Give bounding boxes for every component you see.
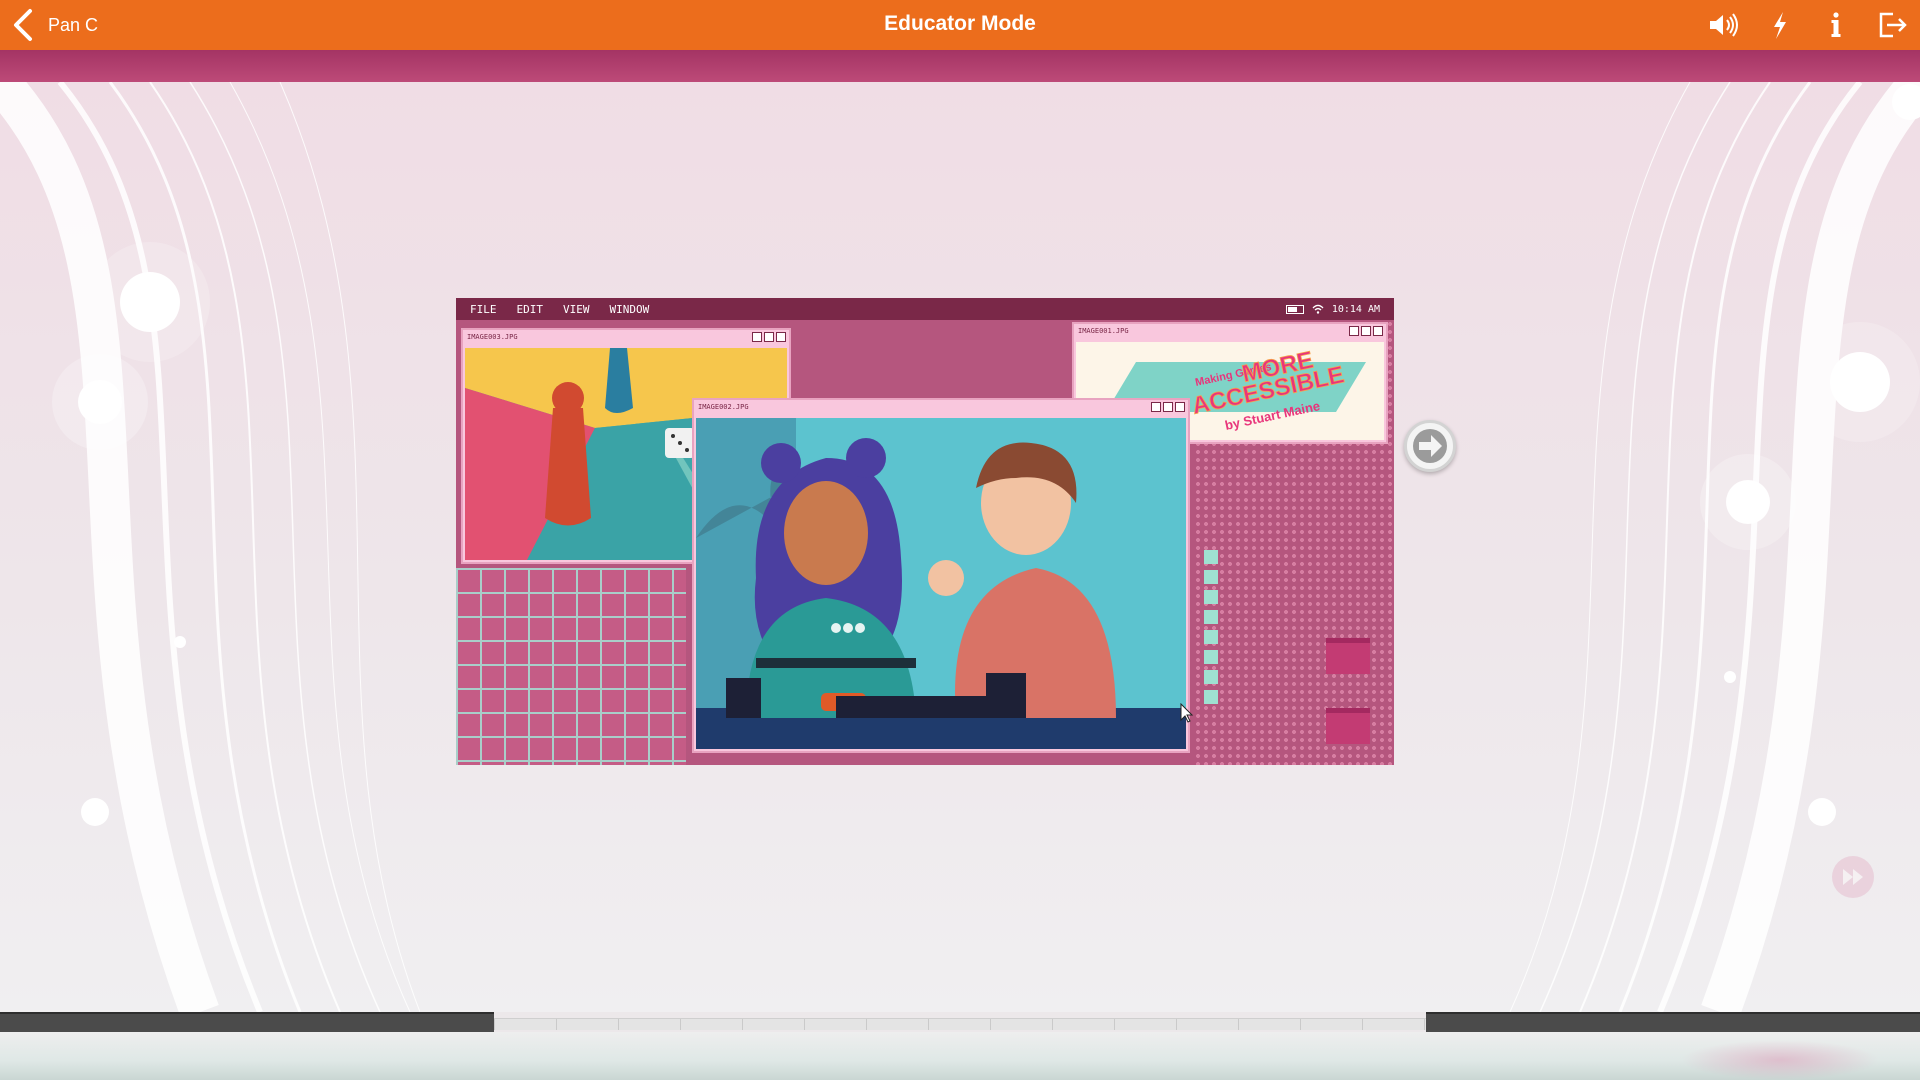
scrubber-track[interactable] [494,1018,1426,1030]
toolbar-icons [1706,8,1910,42]
folder-icon [1326,638,1370,674]
window-title: IMAGE003.JPG [463,330,789,346]
exit-icon [1879,12,1907,38]
left-curtain-decoration [0,82,420,1012]
next-page-button[interactable] [1404,420,1456,472]
menu-window: WINDOW [609,302,650,316]
battery-icon [1285,304,1304,314]
page-title: Educator Mode [884,12,1036,35]
wifi-icon [1312,304,1324,314]
fast-forward-button[interactable] [1832,856,1874,898]
bottom-band [0,1032,1920,1080]
speaker-icon [1710,13,1738,37]
info-button[interactable] [1818,8,1854,42]
exit-button[interactable] [1874,8,1910,42]
menu-view: VIEW [563,302,590,316]
grid-pattern [456,568,686,765]
lightning-icon [1774,12,1786,39]
pixel-blocks [1204,550,1222,710]
illustration-menubar: FILE EDIT VIEW WINDOW 10:14 AM [456,298,1394,320]
menu-edit: EDIT [516,302,544,316]
accent-strip [0,50,1920,82]
folder-icon [1326,708,1370,744]
scrubber-right-rail [1426,1012,1920,1032]
illustration-clock: 10:14 AM [1331,303,1380,315]
page-scrubber[interactable] [0,1012,1920,1032]
menu-file: FILE [470,302,497,316]
cursor-icon [1180,703,1194,723]
top-bar: Pan C Educator Mode [0,0,1920,50]
scrubber-left-rail [0,1012,494,1032]
window-title: IMAGE002.JPG [694,400,1188,416]
slide-illustration: FILE EDIT VIEW WINDOW 10:14 AM IMAGE003.… [456,298,1394,765]
children-gaming-picture [696,418,1186,749]
window-image002: IMAGE002.JPG [692,398,1190,753]
window-title: IMAGE001.JPG [1074,324,1386,340]
lightning-button[interactable] [1762,8,1798,42]
fast-forward-icon [1843,869,1863,885]
bottom-glow [1680,1040,1880,1080]
illustration-status: 10:14 AM [1285,298,1380,320]
arrow-right-circle-icon [1413,429,1447,463]
info-icon [1831,12,1841,37]
speaker-button[interactable] [1706,8,1742,42]
